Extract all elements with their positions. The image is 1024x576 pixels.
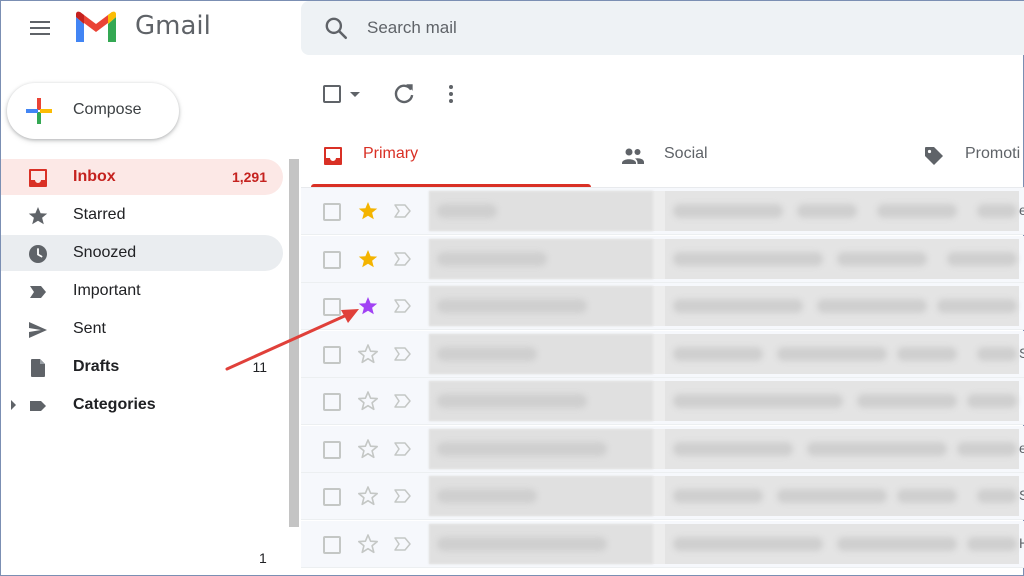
app-name: Gmail (135, 11, 211, 41)
tag-icon (925, 147, 943, 165)
blurred-email-content (429, 286, 1019, 326)
blurred-email-content (429, 523, 1019, 564)
compose-label: Compose (73, 101, 142, 118)
unread-count: 1,291 (231, 169, 267, 185)
importance-marker-icon[interactable] (393, 536, 413, 552)
search-icon[interactable] (323, 15, 349, 41)
tab-primary[interactable]: Primary (311, 125, 591, 187)
importance-marker-icon[interactable] (393, 441, 413, 457)
sidebar-item-categories[interactable]: Categories (1, 387, 283, 423)
star-icon[interactable] (357, 438, 379, 460)
sidebar-item-starred[interactable]: Starred (1, 197, 283, 233)
draft-icon (31, 359, 45, 377)
sidebar-item-label: Starred (73, 206, 126, 223)
sidebar-item-label: Sent (73, 320, 106, 337)
refresh-icon[interactable] (391, 81, 417, 107)
importance-marker-icon[interactable] (393, 203, 413, 219)
clock-icon (29, 245, 47, 263)
label-important-icon (30, 286, 46, 298)
importance-marker-icon[interactable] (393, 346, 413, 362)
email-row[interactable]: S (301, 473, 1024, 520)
sidebar-item-label: Inbox (73, 168, 116, 185)
email-row[interactable]: e (301, 425, 1024, 473)
email-row[interactable]: S (301, 330, 1024, 378)
row-edge-text: S (1019, 344, 1024, 361)
email-row[interactable] (301, 283, 1024, 330)
blurred-email-content (429, 333, 1019, 374)
email-row[interactable] (301, 378, 1024, 425)
star-icon[interactable] (357, 533, 379, 555)
people-icon (622, 148, 644, 164)
row-checkbox[interactable] (323, 393, 341, 411)
more-options-icon[interactable] (441, 81, 461, 107)
gmail-logo-icon (76, 11, 116, 42)
footer-count: 1 (259, 550, 267, 566)
sidebar-item-label: Snoozed (73, 244, 137, 261)
annotation-arrow (225, 309, 359, 371)
sidebar-item-label: Important (73, 282, 141, 299)
search-input[interactable] (367, 15, 767, 41)
label-icon (30, 401, 46, 411)
row-edge-text: e (1019, 439, 1024, 456)
importance-marker-icon[interactable] (393, 298, 413, 314)
importance-marker-icon[interactable] (393, 251, 413, 267)
blurred-email-content (429, 191, 1019, 231)
email-row[interactable] (301, 235, 1024, 283)
send-icon (29, 322, 47, 338)
select-all-checkbox[interactable] (323, 85, 341, 103)
row-edge-text: e (1019, 202, 1024, 218)
blurred-email-content (429, 381, 1019, 421)
row-checkbox[interactable] (323, 488, 341, 506)
main-menu-button[interactable] (25, 13, 55, 43)
sidebar-item-label: Categories (73, 396, 156, 413)
blurred-email-content (429, 476, 1019, 516)
select-dropdown-icon[interactable] (350, 92, 360, 97)
row-checkbox[interactable] (323, 203, 341, 221)
sidebar-item-label: Drafts (73, 358, 120, 375)
email-row[interactable]: e (301, 188, 1024, 235)
row-checkbox[interactable] (323, 250, 341, 269)
star-icon[interactable] (357, 485, 379, 507)
email-row[interactable]: H (301, 520, 1024, 568)
star-icon[interactable] (357, 248, 379, 270)
row-checkbox[interactable] (323, 440, 341, 459)
star-icon (28, 207, 48, 225)
row-edge-text: H (1019, 535, 1024, 551)
row-edge-text: S (1019, 487, 1024, 503)
sidebar-item-inbox[interactable]: Inbox 1,291 (1, 159, 283, 195)
tab-promotions[interactable]: Promoti (911, 125, 1024, 187)
blurred-email-content (429, 428, 1019, 469)
inbox-icon (324, 147, 342, 165)
tab-label: Promoti (965, 145, 1021, 162)
importance-marker-icon[interactable] (393, 488, 413, 504)
compose-button[interactable]: Compose (7, 83, 179, 139)
plus-icon (26, 98, 52, 124)
inbox-icon (29, 169, 47, 187)
star-icon[interactable] (357, 200, 379, 222)
star-icon[interactable] (357, 390, 379, 412)
importance-marker-icon[interactable] (393, 393, 413, 409)
expand-arrow-icon[interactable] (11, 400, 16, 410)
tab-label: Social (664, 145, 708, 162)
sidebar-item-snoozed[interactable]: Snoozed (1, 235, 283, 271)
tab-label: Primary (363, 145, 419, 162)
tab-social[interactable]: Social (611, 125, 891, 187)
blurred-email-content (429, 238, 1019, 279)
row-checkbox[interactable] (323, 535, 341, 554)
